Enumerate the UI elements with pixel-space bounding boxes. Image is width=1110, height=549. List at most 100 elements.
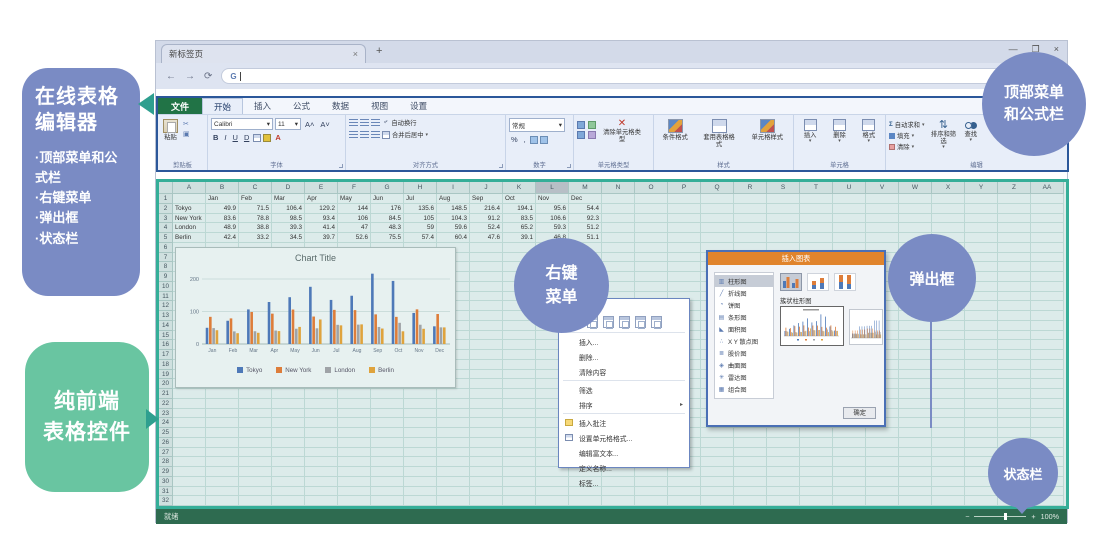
cell[interactable] bbox=[404, 438, 437, 448]
chart-type-item[interactable]: ╱折线图 bbox=[715, 287, 773, 299]
cell[interactable] bbox=[899, 223, 932, 233]
cell[interactable]: 39.7 bbox=[305, 233, 338, 243]
cell[interactable] bbox=[866, 214, 899, 224]
subtype-stacked-column-icon[interactable] bbox=[807, 273, 829, 291]
cell[interactable] bbox=[1031, 282, 1064, 292]
cell-type-icon[interactable] bbox=[577, 131, 585, 139]
cell[interactable]: May bbox=[338, 194, 371, 204]
cell[interactable] bbox=[503, 467, 536, 477]
cell[interactable] bbox=[965, 399, 998, 409]
cell[interactable] bbox=[338, 457, 371, 467]
align-center-icon[interactable] bbox=[360, 131, 369, 138]
row-header[interactable]: 25 bbox=[159, 428, 173, 438]
row-header[interactable]: 8 bbox=[159, 262, 173, 272]
subtype-100-stacked-column-icon[interactable] bbox=[834, 273, 856, 291]
cell[interactable] bbox=[173, 409, 206, 419]
cell[interactable] bbox=[371, 389, 404, 399]
cell[interactable] bbox=[305, 438, 338, 448]
cell[interactable]: 106.4 bbox=[272, 204, 305, 214]
cell[interactable] bbox=[932, 321, 965, 331]
grow-font-icon[interactable]: A˄ bbox=[303, 120, 316, 129]
cell[interactable] bbox=[272, 389, 305, 399]
column-header[interactable]: AA bbox=[1031, 182, 1064, 194]
cell[interactable] bbox=[1031, 409, 1064, 419]
cell[interactable] bbox=[470, 360, 503, 370]
dialog-title[interactable]: 插入图表 bbox=[708, 252, 884, 265]
cell-type-icon[interactable] bbox=[588, 121, 596, 129]
column-header[interactable]: M bbox=[569, 182, 602, 194]
chart-type-item[interactable]: ≣股价图 bbox=[715, 347, 773, 359]
cell[interactable] bbox=[503, 448, 536, 458]
cell[interactable] bbox=[1031, 340, 1064, 350]
cell[interactable] bbox=[668, 496, 701, 506]
column-header[interactable]: V bbox=[866, 182, 899, 194]
cell[interactable] bbox=[503, 487, 536, 497]
zoom-slider-thumb[interactable] bbox=[1004, 513, 1007, 520]
cell[interactable] bbox=[965, 409, 998, 419]
cell[interactable] bbox=[800, 448, 833, 458]
cell[interactable] bbox=[668, 223, 701, 233]
row-header[interactable]: 24 bbox=[159, 418, 173, 428]
cell[interactable]: 48.9 bbox=[206, 223, 239, 233]
cell[interactable] bbox=[998, 223, 1031, 233]
cell[interactable] bbox=[899, 467, 932, 477]
cell[interactable]: 39.3 bbox=[272, 223, 305, 233]
cell[interactable] bbox=[239, 418, 272, 428]
cell[interactable] bbox=[338, 477, 371, 487]
cell[interactable] bbox=[437, 418, 470, 428]
cell[interactable] bbox=[668, 243, 701, 253]
cell[interactable] bbox=[1031, 243, 1064, 253]
cell[interactable]: 47 bbox=[338, 223, 371, 233]
cell[interactable] bbox=[173, 457, 206, 467]
zoom-slider[interactable] bbox=[974, 516, 1026, 517]
cell[interactable] bbox=[470, 331, 503, 341]
cell[interactable] bbox=[503, 340, 536, 350]
column-header[interactable]: L bbox=[536, 182, 569, 194]
cell[interactable] bbox=[371, 457, 404, 467]
cell[interactable] bbox=[767, 467, 800, 477]
borders-icon[interactable] bbox=[253, 134, 261, 142]
cell[interactable] bbox=[899, 399, 932, 409]
cell[interactable] bbox=[1031, 311, 1064, 321]
cell[interactable] bbox=[833, 487, 866, 497]
back-icon[interactable]: ← bbox=[166, 71, 176, 82]
cell[interactable] bbox=[470, 448, 503, 458]
cell[interactable] bbox=[800, 194, 833, 204]
font-size-select[interactable]: 11▾ bbox=[275, 118, 301, 130]
menu-item-insert[interactable]: 插入... bbox=[559, 334, 689, 349]
cell[interactable] bbox=[668, 253, 701, 263]
cell[interactable] bbox=[338, 399, 371, 409]
cell[interactable]: 105 bbox=[404, 214, 437, 224]
column-header[interactable]: D bbox=[272, 182, 305, 194]
cell[interactable] bbox=[965, 496, 998, 506]
format-as-table-button[interactable]: 套用表格格式 bbox=[700, 118, 738, 149]
cell[interactable] bbox=[470, 321, 503, 331]
menu-item-format-cells[interactable]: 设置单元格格式... bbox=[559, 430, 689, 445]
cell[interactable] bbox=[668, 272, 701, 282]
row-header[interactable]: 26 bbox=[159, 438, 173, 448]
cell[interactable] bbox=[701, 223, 734, 233]
cell[interactable] bbox=[932, 331, 965, 341]
cell[interactable] bbox=[371, 467, 404, 477]
cell[interactable] bbox=[272, 457, 305, 467]
cell[interactable] bbox=[767, 448, 800, 458]
forward-icon[interactable]: → bbox=[185, 71, 195, 82]
cell[interactable] bbox=[899, 438, 932, 448]
align-bottom-icon[interactable] bbox=[371, 119, 380, 126]
column-header[interactable]: B bbox=[206, 182, 239, 194]
cell[interactable]: 194.1 bbox=[503, 204, 536, 214]
format-cells-button[interactable]: 格式▾ bbox=[860, 118, 877, 146]
wrap-text-label[interactable]: 自动换行 bbox=[391, 118, 416, 127]
chart-type-item[interactable]: ▣模板 bbox=[715, 395, 773, 399]
cell[interactable] bbox=[899, 321, 932, 331]
cell[interactable] bbox=[965, 340, 998, 350]
cell[interactable] bbox=[470, 272, 503, 282]
fill-color-icon[interactable] bbox=[263, 134, 271, 142]
cell[interactable] bbox=[503, 409, 536, 419]
cell[interactable] bbox=[800, 457, 833, 467]
cell[interactable] bbox=[470, 409, 503, 419]
cell[interactable] bbox=[899, 389, 932, 399]
cell[interactable] bbox=[701, 487, 734, 497]
cell[interactable] bbox=[206, 457, 239, 467]
cell[interactable] bbox=[899, 448, 932, 458]
